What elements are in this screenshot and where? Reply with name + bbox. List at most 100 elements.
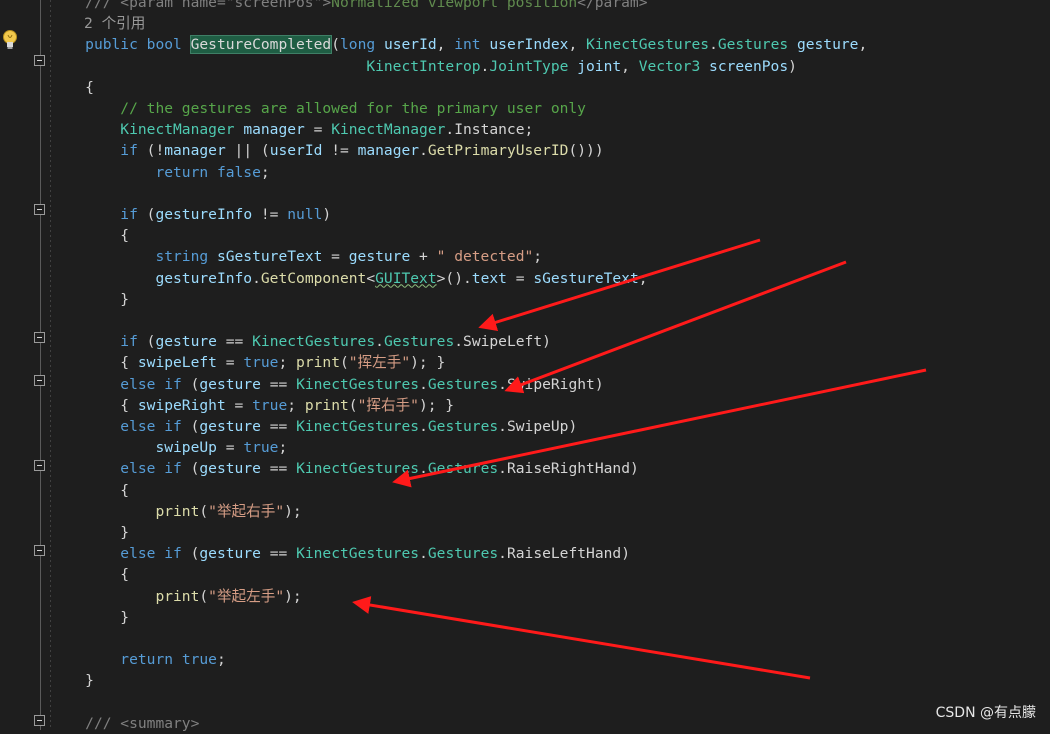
code-token: ( bbox=[339, 354, 349, 372]
swipeup-body-line: swipeUp = true; bbox=[50, 437, 287, 458]
code-token: GUIText bbox=[375, 269, 437, 287]
code-token: else if bbox=[120, 375, 191, 393]
code-token: ())) bbox=[568, 142, 604, 160]
code-token: manager bbox=[357, 142, 420, 160]
code-token: . bbox=[375, 333, 384, 351]
code-token: . bbox=[419, 460, 428, 478]
collapse-icon[interactable] bbox=[34, 332, 45, 343]
code-token: " detected" bbox=[436, 248, 534, 266]
code-token: KinectManager bbox=[120, 121, 244, 139]
code-token: || ( bbox=[225, 142, 270, 160]
code-token: true bbox=[181, 651, 217, 669]
brace-open-2: { bbox=[50, 225, 129, 246]
collapse-icon[interactable] bbox=[34, 375, 45, 386]
code-token: , bbox=[621, 57, 639, 75]
code-token: GetComponent bbox=[260, 269, 367, 287]
code-token: Gestures bbox=[383, 333, 455, 351]
brace-close-3: } bbox=[50, 522, 129, 543]
code-token: . bbox=[709, 36, 718, 54]
code-token: userId bbox=[269, 142, 323, 160]
code-token: swipeRight bbox=[137, 396, 226, 414]
code-token: != bbox=[252, 206, 288, 223]
if-swipeleft-line: if (gesture == KinectGestures.Gestures.S… bbox=[50, 331, 551, 352]
code-token: return bbox=[120, 651, 182, 669]
code-token: ; bbox=[287, 396, 305, 414]
brace-open-3: { bbox=[50, 480, 129, 501]
code-token: ; bbox=[216, 651, 226, 669]
code-token: Gestures bbox=[427, 418, 499, 435]
code-token: else if bbox=[120, 460, 191, 478]
code-token: { bbox=[85, 78, 94, 96]
comment-line: // the gestures are allowed for the prim… bbox=[50, 98, 586, 119]
if-manager-line: if (!manager || (userId != manager.GetPr… bbox=[50, 140, 604, 161]
code-token: Normalized viewport position bbox=[331, 0, 578, 11]
code-token: ; bbox=[638, 269, 648, 287]
code-token: KinectGestures bbox=[252, 333, 376, 351]
code-token: text bbox=[471, 269, 507, 287]
code-token: public bbox=[85, 36, 147, 54]
code-token: SwipeLeft) bbox=[463, 333, 551, 351]
code-token: SwipeRight) bbox=[506, 375, 604, 393]
collapse-icon[interactable] bbox=[34, 204, 45, 215]
code-token: false bbox=[216, 163, 261, 181]
code-token: manager bbox=[164, 142, 226, 160]
doc-param-line: /// <param name="screenPos">Normalized v… bbox=[50, 0, 647, 13]
code-token: gesture bbox=[199, 545, 261, 563]
elseif-raiseright-line: else if (gesture == KinectGestures.Gestu… bbox=[50, 458, 639, 479]
code-token: RaiseLeftHand) bbox=[506, 545, 630, 563]
code-token: if bbox=[120, 333, 147, 351]
code-token: = bbox=[322, 248, 349, 266]
code-token: KinectGestures bbox=[296, 375, 420, 393]
lightbulb-icon[interactable] bbox=[2, 29, 18, 51]
code-token: /// <summary> bbox=[85, 714, 200, 732]
code-editor[interactable]: 2 个引用 /// <param name="screenPos">Normal… bbox=[0, 0, 1050, 732]
code-token: = bbox=[225, 396, 253, 414]
code-token: /// <param name="screenPos"> bbox=[85, 0, 332, 11]
brace-close-4: } bbox=[50, 607, 129, 628]
code-token: KinectGestures bbox=[296, 460, 420, 478]
code-token: if bbox=[120, 206, 147, 223]
code-token: ; bbox=[533, 248, 543, 266]
code-token: ( bbox=[199, 502, 209, 520]
close-brace: } bbox=[50, 670, 94, 691]
code-token: ) bbox=[322, 206, 332, 223]
code-token: true bbox=[252, 396, 288, 414]
code-token: ( bbox=[331, 36, 340, 54]
collapse-icon[interactable] bbox=[34, 715, 45, 726]
code-token: true bbox=[243, 439, 279, 457]
code-token: != bbox=[322, 142, 358, 160]
outlining-line bbox=[40, 0, 41, 730]
code-token: GetPrimaryUserID bbox=[427, 142, 569, 160]
code-token: Instance; bbox=[454, 121, 534, 139]
code-token: { bbox=[120, 481, 130, 499]
code-token: userIndex bbox=[489, 36, 569, 54]
code-token: true bbox=[243, 354, 279, 372]
code-token: == bbox=[260, 375, 297, 393]
code-token: ( bbox=[199, 587, 209, 605]
code-token: ; bbox=[260, 163, 270, 181]
code-token: ); } bbox=[410, 354, 446, 372]
collapse-icon[interactable] bbox=[34, 545, 45, 556]
code-token: , bbox=[858, 36, 868, 54]
code-token: gestureInfo bbox=[155, 269, 253, 287]
code-token: } bbox=[120, 524, 130, 541]
code-token: . bbox=[445, 121, 455, 139]
code-token: } bbox=[120, 290, 130, 308]
print-raiseright-line: print("举起右手"); bbox=[50, 501, 301, 522]
code-lens-references[interactable]: 2 个引用 bbox=[84, 13, 145, 34]
signature-line-1: public bool GestureCompleted(long userId… bbox=[50, 34, 867, 55]
code-token: RaiseRightHand) bbox=[506, 460, 639, 478]
code-token: . bbox=[419, 142, 428, 160]
code-token: swipeUp bbox=[155, 439, 217, 457]
collapse-icon[interactable] bbox=[34, 55, 45, 66]
code-token: sGestureText bbox=[216, 248, 323, 266]
code-token: ; bbox=[278, 354, 297, 372]
code-token: } bbox=[120, 608, 130, 626]
collapse-icon[interactable] bbox=[34, 460, 45, 471]
code-token: swipeLeft bbox=[137, 354, 217, 372]
code-token: print bbox=[155, 587, 200, 605]
code-token: . bbox=[498, 545, 507, 563]
code-token: = bbox=[216, 439, 244, 457]
code-token: null bbox=[287, 206, 323, 223]
code-token: </param> bbox=[577, 0, 648, 11]
